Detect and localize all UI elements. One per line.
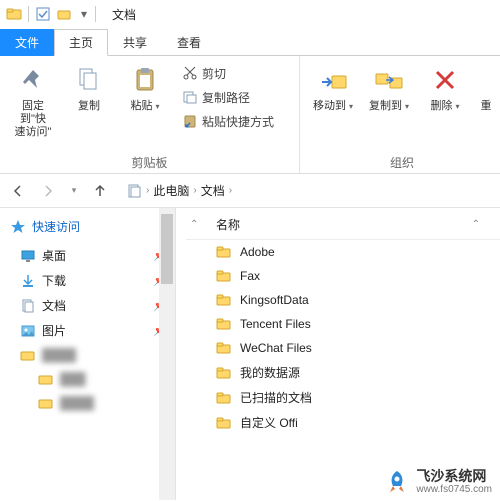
sort-indicator-icon: ⌃ (190, 219, 198, 230)
list-item[interactable]: 自定义 Offi (186, 410, 500, 435)
star-icon (10, 219, 26, 235)
list-item[interactable]: WeChat Files (186, 336, 500, 360)
separator (95, 6, 96, 22)
scissors-icon (182, 65, 198, 81)
column-header-name[interactable]: ⌃ 名称 ⌃ (186, 214, 500, 240)
sidebar-item-pictures[interactable]: 图片 📌 (0, 318, 175, 343)
folder-icon (216, 292, 232, 308)
breadcrumb-documents[interactable]: 文档 (201, 182, 225, 199)
cut-button[interactable]: 剪切 (180, 62, 276, 84)
folder-icon (216, 268, 232, 284)
pin-to-quick-access-button[interactable]: 固定到"快 速访问" (8, 62, 58, 142)
tab-share[interactable]: 共享 (108, 29, 162, 56)
folder-small-icon[interactable] (57, 6, 73, 22)
nav-back-button[interactable] (8, 181, 28, 201)
copy-path-icon (182, 89, 198, 105)
quick-access-header[interactable]: 快速访问 (0, 214, 175, 239)
breadcrumb-this-pc[interactable]: 此电脑 (153, 182, 189, 199)
copy-to-icon (373, 64, 405, 96)
titlebar: ▾ 文档 (0, 0, 500, 28)
move-to-button[interactable]: 移动到 ▾ (308, 62, 358, 115)
nav-history-dropdown[interactable]: ▾ (68, 181, 80, 201)
folder-icon (216, 365, 232, 381)
ribbon-tabs: 文件 主页 共享 查看 (0, 28, 500, 56)
tab-home[interactable]: 主页 (54, 29, 108, 56)
list-item[interactable]: KingsoftData (186, 288, 500, 312)
folder-icon (6, 6, 22, 22)
ribbon-group-clipboard: 固定到"快 速访问" 复制 粘贴 ▾ 剪切 (0, 56, 300, 173)
list-item[interactable]: Tencent Files (186, 312, 500, 336)
ribbon-group-label-clipboard: 剪贴板 (8, 152, 291, 171)
nav-tree: 快速访问 桌面 📌 下载 📌 文档 📌 图片 📌 ████ ███ (0, 208, 176, 500)
nav-up-button[interactable] (90, 181, 110, 201)
downloads-icon (20, 273, 36, 289)
file-list: ⌃ 名称 ⌃ Adobe Fax KingsoftData Tencent Fi… (176, 208, 500, 500)
window-title: 文档 (112, 6, 136, 23)
folder-icon (38, 395, 54, 411)
pin-icon (17, 64, 49, 96)
checkbox-icon[interactable] (35, 6, 51, 22)
pictures-icon (20, 323, 36, 339)
chevron-right-icon[interactable]: › (146, 185, 149, 196)
list-item[interactable]: 我的数据源 (186, 360, 500, 385)
documents-icon (20, 298, 36, 314)
folder-icon (20, 347, 36, 363)
copy-to-button[interactable]: 复制到 ▾ (364, 62, 414, 115)
paste-icon (129, 64, 161, 96)
copy-button[interactable]: 复制 (64, 62, 114, 115)
sidebar-item-folder[interactable]: ███ (0, 367, 175, 391)
sidebar-scrollbar[interactable] (159, 208, 175, 500)
chevron-right-icon[interactable]: › (229, 185, 232, 196)
breadcrumb[interactable]: › 此电脑 › 文档 › (126, 182, 232, 199)
documents-icon (126, 183, 142, 199)
copy-path-button[interactable]: 复制路径 (180, 86, 276, 108)
move-to-icon (317, 64, 349, 96)
sidebar-item-documents[interactable]: 文档 📌 (0, 293, 175, 318)
sort-arrow-icon: ⌃ (472, 219, 480, 230)
folder-icon (216, 244, 232, 260)
sidebar-item-downloads[interactable]: 下载 📌 (0, 268, 175, 293)
chevron-right-icon[interactable]: › (193, 185, 196, 196)
nav-forward-button[interactable] (38, 181, 58, 201)
sidebar-item-folder[interactable]: ████ (0, 343, 175, 367)
list-item[interactable]: Adobe (186, 240, 500, 264)
folder-icon (216, 340, 232, 356)
ribbon: 固定到"快 速访问" 复制 粘贴 ▾ 剪切 (0, 56, 500, 174)
ribbon-group-label-organize: 组织 (308, 152, 496, 171)
folder-icon (216, 415, 232, 431)
rename-button-partial[interactable]: 重 (476, 62, 496, 115)
navbar: ▾ › 此电脑 › 文档 › (0, 174, 500, 208)
delete-icon (429, 64, 461, 96)
folder-icon (38, 371, 54, 387)
desktop-icon (20, 248, 36, 264)
main-pane: 快速访问 桌面 📌 下载 📌 文档 📌 图片 📌 ████ ███ (0, 208, 500, 500)
sidebar-item-desktop[interactable]: 桌面 📌 (0, 243, 175, 268)
tab-file[interactable]: 文件 (0, 29, 54, 56)
list-item[interactable]: Fax (186, 264, 500, 288)
tab-view[interactable]: 查看 (162, 29, 216, 56)
list-item[interactable]: 已扫描的文档 (186, 385, 500, 410)
folder-icon (216, 316, 232, 332)
folder-icon (216, 390, 232, 406)
sidebar-item-folder[interactable]: ████ (0, 391, 175, 415)
paste-shortcut-icon (182, 113, 198, 129)
ribbon-group-organize: 移动到 ▾ 复制到 ▾ 删除 ▾ 重 组织 (300, 56, 500, 173)
separator (28, 6, 29, 22)
rename-icon (477, 64, 495, 96)
qat-dropdown-icon[interactable]: ▾ (79, 6, 89, 22)
paste-shortcut-button[interactable]: 粘贴快捷方式 (180, 110, 276, 132)
delete-button[interactable]: 删除 ▾ (420, 62, 470, 115)
copy-icon (73, 64, 105, 96)
paste-button[interactable]: 粘贴 ▾ (120, 62, 170, 115)
